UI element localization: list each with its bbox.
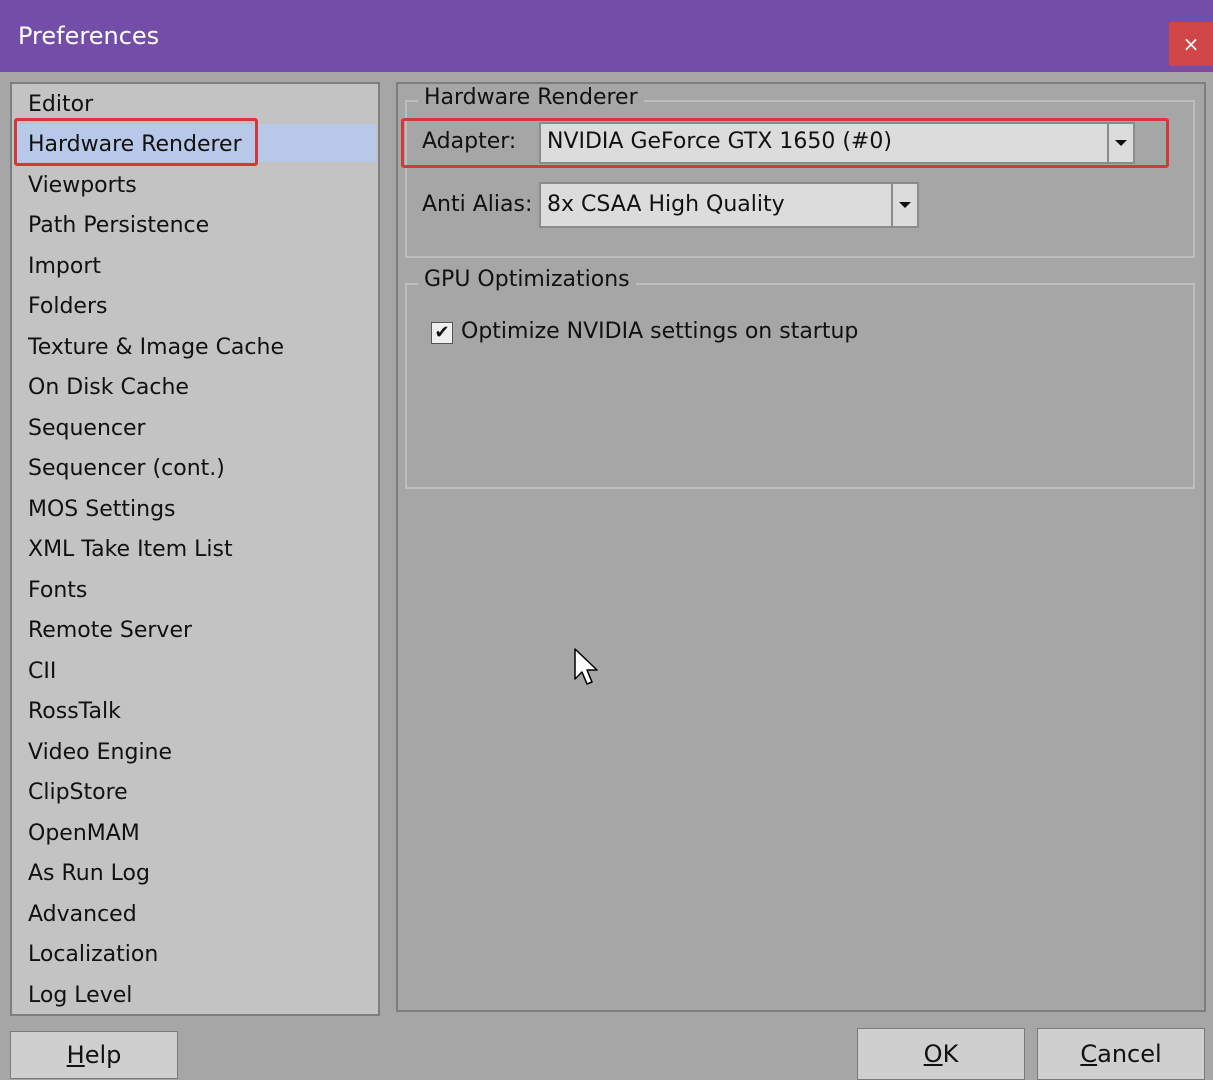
sidebar-item-folders[interactable]: Folders	[28, 290, 107, 324]
sidebar-item-cii[interactable]: CII	[28, 655, 56, 689]
sidebar-item-on-disk-cache[interactable]: On Disk Cache	[28, 371, 189, 405]
close-icon: ×	[1182, 32, 1200, 56]
help-button-label: Help	[66, 1041, 122, 1069]
mouse-cursor-icon	[574, 648, 602, 692]
ok-button-label: OK	[923, 1040, 959, 1068]
sidebar-item-log-level[interactable]: Log Level	[28, 979, 132, 1013]
sidebar-item-remote-server[interactable]: Remote Server	[28, 614, 192, 648]
sidebar-item-xml-take-item-list[interactable]: XML Take Item List	[28, 533, 233, 567]
sidebar-item-localization[interactable]: Localization	[28, 938, 158, 972]
sidebar-item-rosstalk[interactable]: RossTalk	[28, 695, 121, 729]
gpu-optimizations-group-title: GPU Optimizations	[418, 267, 636, 292]
optimize-nvidia-checkbox[interactable]: ✔	[431, 322, 453, 344]
optimize-nvidia-label[interactable]: Optimize NVIDIA settings on startup	[461, 319, 858, 344]
sidebar-item-mos-settings[interactable]: MOS Settings	[28, 493, 176, 527]
sidebar-item-import[interactable]: Import	[28, 250, 101, 284]
cancel-button-label: Cancel	[1080, 1040, 1162, 1068]
sidebar-item-clipstore[interactable]: ClipStore	[28, 776, 128, 810]
sidebar-item-sequencer-cont[interactable]: Sequencer (cont.)	[28, 452, 225, 486]
cancel-button[interactable]: Cancel	[1037, 1028, 1205, 1080]
sidebar-item-fonts[interactable]: Fonts	[28, 574, 87, 608]
hardware-renderer-group-title: Hardware Renderer	[418, 85, 644, 110]
annotation-highlight-adapter	[401, 118, 1169, 168]
close-button[interactable]: ×	[1169, 22, 1213, 66]
sidebar-item-as-run-log[interactable]: As Run Log	[28, 857, 150, 891]
annotation-highlight-hardware-renderer	[14, 118, 258, 166]
ok-button[interactable]: OK	[857, 1028, 1025, 1080]
sidebar-item-texture-image-cache[interactable]: Texture & Image Cache	[28, 331, 284, 365]
checkmark-icon: ✔	[434, 322, 450, 343]
sidebar-item-viewports[interactable]: Viewports	[28, 169, 137, 203]
gpu-optimizations-group	[405, 283, 1195, 489]
sidebar-item-openmam[interactable]: OpenMAM	[28, 817, 140, 851]
anti-alias-dropdown-arrow[interactable]	[891, 184, 917, 226]
chevron-down-icon	[899, 202, 911, 208]
sidebar-item-path-persistence[interactable]: Path Persistence	[28, 209, 209, 243]
sidebar-item-video-engine[interactable]: Video Engine	[28, 736, 172, 770]
sidebar-item-sequencer[interactable]: Sequencer	[28, 412, 146, 446]
anti-alias-value: 8x CSAA High Quality	[547, 192, 785, 217]
preferences-category-list[interactable]: Editor Hardware Renderer Viewports Path …	[10, 82, 380, 1016]
title-bar: Preferences ×	[0, 0, 1213, 72]
window-title: Preferences	[18, 22, 160, 50]
anti-alias-label: Anti Alias:	[422, 192, 533, 217]
sidebar-item-advanced[interactable]: Advanced	[28, 898, 137, 932]
anti-alias-dropdown[interactable]: 8x CSAA High Quality	[539, 182, 919, 228]
help-button[interactable]: Help	[10, 1031, 178, 1079]
sidebar-item-editor[interactable]: Editor	[28, 88, 93, 122]
